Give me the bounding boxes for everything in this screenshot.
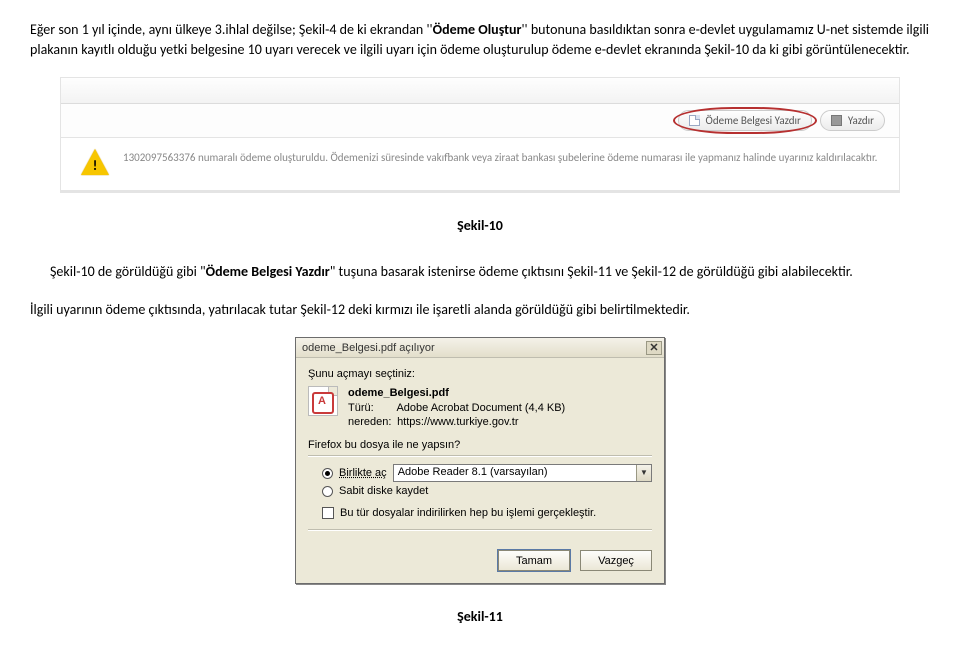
printer-icon <box>831 115 842 126</box>
action-row: Ödeme Belgesi Yazdır Yazdır <box>61 104 899 138</box>
option-save-disk[interactable]: Sabit diske kaydet <box>322 485 652 497</box>
radio-selected-icon[interactable] <box>322 468 333 479</box>
file-name: odeme_Belgesi.pdf <box>348 386 565 400</box>
print-button[interactable]: Yazdır <box>820 110 885 131</box>
tabs-bar <box>61 78 899 104</box>
warning-row: ! 1302097563376 numaralı ödeme oluşturul… <box>61 138 899 190</box>
bold-term: Ödeme Belgesi Yazdır <box>206 263 330 280</box>
value-from: https://www.turkiye.gov.tr <box>397 416 518 428</box>
text: Eğer son 1 yıl içinde, aynı ülkeye 3.ihl… <box>30 21 433 38</box>
option-label: Birlikte aç <box>339 467 387 479</box>
label-from: nereden: <box>348 415 394 429</box>
button-label: Yazdır <box>848 114 874 127</box>
bold-term: Ödeme Oluştur <box>433 21 522 38</box>
pdf-icon: A <box>308 386 338 416</box>
app-combo[interactable]: Adobe Reader 8.1 (varsayılan) ▼ <box>393 464 652 482</box>
cancel-button[interactable]: Vazgeç <box>580 550 652 571</box>
chevron-down-icon[interactable]: ▼ <box>636 465 651 481</box>
text: " tuşuna basarak istenirse ödeme çıktısı… <box>330 263 853 280</box>
paragraph-1: Eğer son 1 yıl içinde, aynı ülkeye 3.ihl… <box>30 20 930 59</box>
combo-value: Adobe Reader 8.1 (varsayılan) <box>394 465 636 481</box>
dialog-prompt: Şunu açmayı seçtiniz: <box>308 368 652 380</box>
dialog-title-text: odeme_Belgesi.pdf açılıyor <box>302 342 435 354</box>
dialog-body: Şunu açmayı seçtiniz: A odeme_Belgesi.pd… <box>296 358 664 530</box>
checkbox-icon[interactable] <box>322 507 334 519</box>
dialog-buttons: Tamam Vazgeç <box>296 538 664 583</box>
close-icon[interactable]: ✕ <box>646 341 662 355</box>
dialog-question: Firefox bu dosya ile ne yapsın? <box>308 439 652 451</box>
label-type: Türü: <box>348 401 394 415</box>
radio-icon[interactable] <box>322 486 333 497</box>
warning-icon: ! <box>81 148 109 176</box>
divider <box>308 529 652 530</box>
warning-text: 1302097563376 numaralı ödeme oluşturuldu… <box>123 148 877 165</box>
option-label: Bu tür dosyalar indirilirken hep bu işle… <box>340 507 596 519</box>
value-type: Adobe Acrobat Document (4,4 KB) <box>396 402 565 414</box>
dialog-titlebar: odeme_Belgesi.pdf açılıyor ✕ <box>296 338 664 358</box>
paragraph-3: İlgili uyarının ödeme çıktısında, yatırı… <box>30 300 930 320</box>
document-icon <box>689 115 700 126</box>
download-dialog: odeme_Belgesi.pdf açılıyor ✕ Şunu açmayı… <box>295 337 665 584</box>
print-receipt-button[interactable]: Ödeme Belgesi Yazdır <box>678 110 812 131</box>
text: Şekil-10 de görüldüğü gibi " <box>50 263 206 280</box>
ok-button[interactable]: Tamam <box>498 550 570 571</box>
divider <box>61 190 899 192</box>
option-remember[interactable]: Bu tür dosyalar indirilirken hep bu işle… <box>322 507 652 519</box>
file-info: odeme_Belgesi.pdf Türü: Adobe Acrobat Do… <box>348 386 565 429</box>
edevlet-screenshot: Ödeme Belgesi Yazdır Yazdır ! 1302097563… <box>60 77 900 193</box>
paragraph-2: Şekil-10 de görüldüğü gibi "Ödeme Belges… <box>50 262 930 282</box>
button-label: Ödeme Belgesi Yazdır <box>706 114 801 127</box>
option-label: Sabit diske kaydet <box>339 485 428 497</box>
caption-sekil-10: Şekil-10 <box>30 217 930 234</box>
divider <box>308 455 652 456</box>
caption-sekil-11: Şekil-11 <box>30 608 930 625</box>
option-open-with[interactable]: Birlikte aç Adobe Reader 8.1 (varsayılan… <box>322 464 652 482</box>
